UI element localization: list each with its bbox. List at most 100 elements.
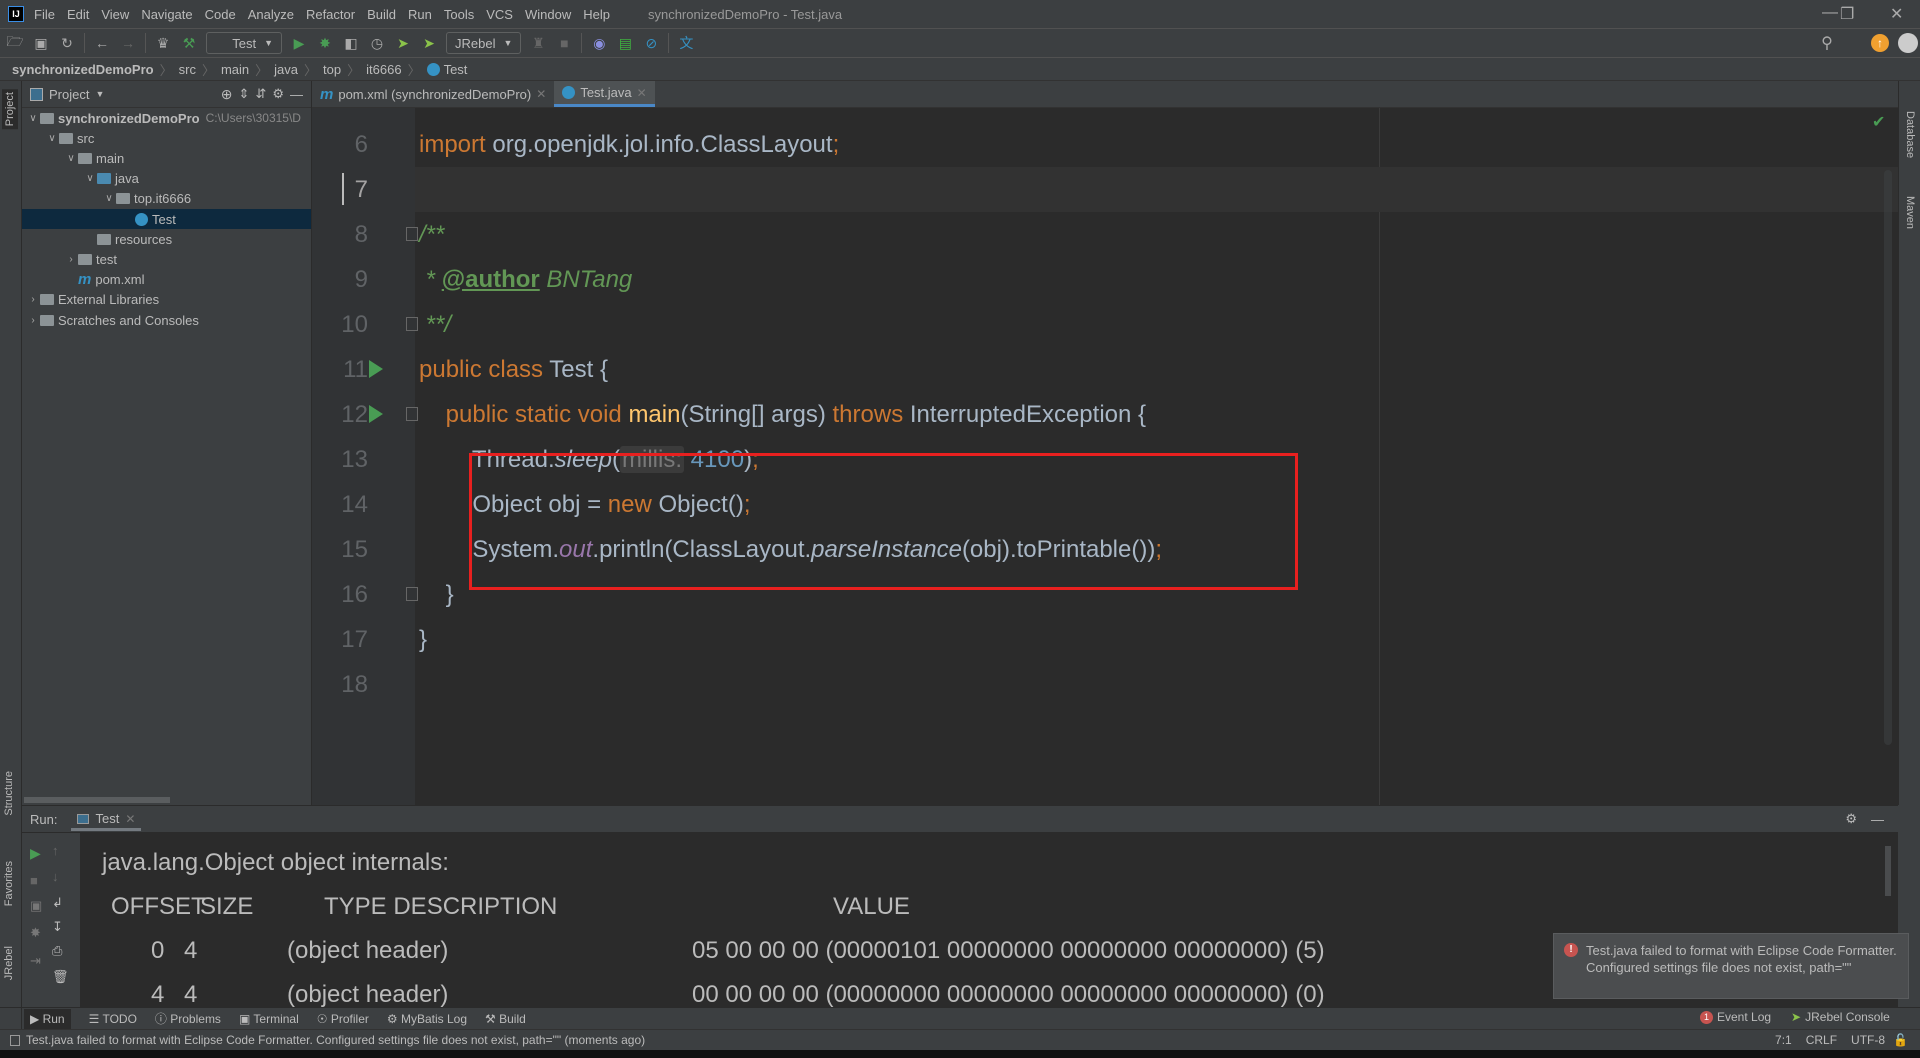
hide-icon[interactable]: —	[1871, 812, 1884, 827]
menu-view[interactable]: View	[101, 7, 129, 22]
chevron-down-icon[interactable]: ∨	[83, 173, 97, 184]
menu-navigate[interactable]: Navigate	[141, 7, 192, 22]
chevron-down-icon[interactable]: ∨	[64, 153, 78, 164]
chevron-right-icon[interactable]: ›	[26, 294, 40, 305]
close-icon[interactable]: ✕	[125, 812, 135, 826]
rerun-icon[interactable]: ▶	[30, 845, 41, 862]
back-icon[interactable]: ←	[93, 34, 111, 52]
menu-help[interactable]: Help	[583, 7, 610, 22]
up-arrow-icon[interactable]: ↑	[52, 843, 59, 858]
file-encoding[interactable]: UTF-8	[1851, 1033, 1885, 1047]
tool-favorites[interactable]: Favorites	[3, 861, 15, 906]
menu-code[interactable]: Code	[205, 7, 236, 22]
down-arrow-icon[interactable]: ↓	[52, 869, 59, 884]
open-folder-icon[interactable]: 🗁	[6, 33, 24, 52]
close-window-button[interactable]: ✕	[1890, 4, 1903, 24]
menu-file[interactable]: File	[34, 7, 55, 22]
breadcrumb-item[interactable]: it6666	[366, 62, 401, 77]
tree-item[interactable]: Test	[22, 209, 311, 229]
project-title[interactable]: Project	[49, 87, 89, 102]
print-icon[interactable]: ⎙	[52, 943, 62, 959]
trash-icon[interactable]: 🗑	[52, 969, 69, 985]
event-log-button[interactable]: 1 Event Log	[1700, 1010, 1771, 1024]
tree-item[interactable]: ∨ java	[22, 169, 311, 189]
tool-tab-terminal[interactable]: ▣ Terminal	[239, 1012, 299, 1026]
tool-tab-mybatis-log[interactable]: ⚙ MyBatis Log	[387, 1012, 467, 1026]
gear-icon[interactable]: ⚙	[272, 86, 284, 102]
avatar[interactable]	[1898, 33, 1918, 53]
tool-project[interactable]: Project	[2, 89, 18, 130]
monitor-icon[interactable]: ▤	[616, 34, 634, 52]
debug-icon[interactable]: ✸	[316, 34, 334, 52]
run-gutter-icon[interactable]	[369, 359, 383, 378]
tree-item[interactable]: › test	[22, 249, 311, 269]
profile-icon[interactable]: ◷	[368, 34, 386, 52]
translate-icon[interactable]: 文	[677, 34, 695, 52]
breadcrumb-item[interactable]: Test	[444, 62, 468, 77]
close-icon[interactable]: ✕	[536, 87, 546, 101]
gear-icon[interactable]: ⚙	[1845, 811, 1857, 827]
tab-test-java[interactable]: Test.java ✕	[554, 81, 655, 107]
tree-item[interactable]: ∨ src	[22, 128, 311, 148]
menu-refactor[interactable]: Refactor	[306, 7, 355, 22]
tool-tab-problems[interactable]: ⓘ Problems	[155, 1010, 221, 1027]
run-gutter-icon[interactable]	[369, 404, 383, 423]
jrebel-attach-icon[interactable]: ♜	[529, 34, 547, 52]
stop-icon[interactable]: ■	[30, 873, 38, 888]
breadcrumb-item[interactable]: java	[274, 62, 298, 77]
forward-icon[interactable]: →	[119, 34, 137, 52]
build-hammer-icon[interactable]: ⚒	[180, 34, 198, 52]
menu-window[interactable]: Window	[525, 7, 571, 22]
run-config-select[interactable]: Test ▼	[206, 32, 282, 54]
lock-icon[interactable]: 🔓	[1893, 1033, 1908, 1047]
scroll-end-icon[interactable]: ↧	[52, 919, 63, 935]
save-icon[interactable]: ▣	[32, 34, 50, 52]
update-icon[interactable]: ↑	[1871, 34, 1889, 52]
console-scrollbar[interactable]	[1885, 846, 1891, 896]
search-icon[interactable]: ⚲	[1818, 34, 1836, 52]
tree-item[interactable]: › Scratches and Consoles	[22, 310, 311, 330]
tree-item[interactable]: resources	[22, 229, 311, 249]
soft-wrap-icon[interactable]: ↲	[52, 895, 63, 911]
vcs-icon[interactable]: ♛	[154, 34, 172, 52]
tool-maven[interactable]: Maven	[1904, 196, 1916, 229]
block-icon[interactable]: ⊘	[642, 34, 660, 52]
tree-item[interactable]: m pom.xml	[22, 270, 311, 290]
jrebel-console-button[interactable]: ➤ JRebel Console	[1791, 1010, 1890, 1024]
menu-run[interactable]: Run	[408, 7, 432, 22]
breadcrumb-item[interactable]: synchronizedDemoPro	[12, 62, 154, 77]
breadcrumb-item[interactable]: main	[221, 62, 249, 77]
horizontal-scrollbar[interactable]	[24, 797, 170, 803]
chevron-right-icon[interactable]: ›	[64, 254, 78, 265]
menu-analyze[interactable]: Analyze	[248, 7, 294, 22]
jrebel-debug-icon[interactable]: ➤	[420, 34, 438, 52]
collapse-all-icon[interactable]: ⇵	[255, 86, 266, 102]
chevron-down-icon[interactable]: ∨	[102, 193, 116, 204]
fold-icon[interactable]	[406, 406, 418, 421]
close-icon[interactable]: ✕	[637, 86, 647, 100]
breadcrumb-item[interactable]: top	[323, 62, 341, 77]
tool-tab-run[interactable]: ▶ Run	[24, 1008, 71, 1029]
tree-item[interactable]: ∨ top.it6666	[22, 189, 311, 209]
tree-item[interactable]: › External Libraries	[22, 290, 311, 310]
menu-tools[interactable]: Tools	[444, 7, 474, 22]
locate-icon[interactable]: ⊕	[221, 86, 233, 103]
chevron-right-icon[interactable]: ›	[26, 315, 40, 326]
expand-all-icon[interactable]: ⇕	[239, 86, 250, 102]
chevron-down-icon[interactable]: ▼	[95, 89, 104, 99]
chevron-down-icon[interactable]: ∨	[26, 113, 40, 124]
jrebel-select[interactable]: JRebel ▼	[446, 32, 522, 54]
status-toggle-icon[interactable]	[10, 1034, 20, 1046]
fold-icon[interactable]	[406, 226, 418, 241]
fold-icon[interactable]	[406, 316, 418, 331]
tool-tab-profiler[interactable]: ☉ Profiler	[317, 1012, 369, 1026]
menu-build[interactable]: Build	[367, 7, 396, 22]
jrebel-run-icon[interactable]: ➤	[394, 34, 412, 52]
camera-icon[interactable]: ▣	[30, 898, 42, 914]
run-tab-test[interactable]: Test ✕	[71, 807, 142, 831]
chevron-down-icon[interactable]: ∨	[45, 133, 59, 144]
menu-vcs[interactable]: VCS	[486, 7, 513, 22]
hide-icon[interactable]: —	[290, 87, 303, 102]
globe-icon[interactable]: ◉	[590, 34, 608, 52]
tool-structure[interactable]: Structure	[3, 771, 15, 816]
